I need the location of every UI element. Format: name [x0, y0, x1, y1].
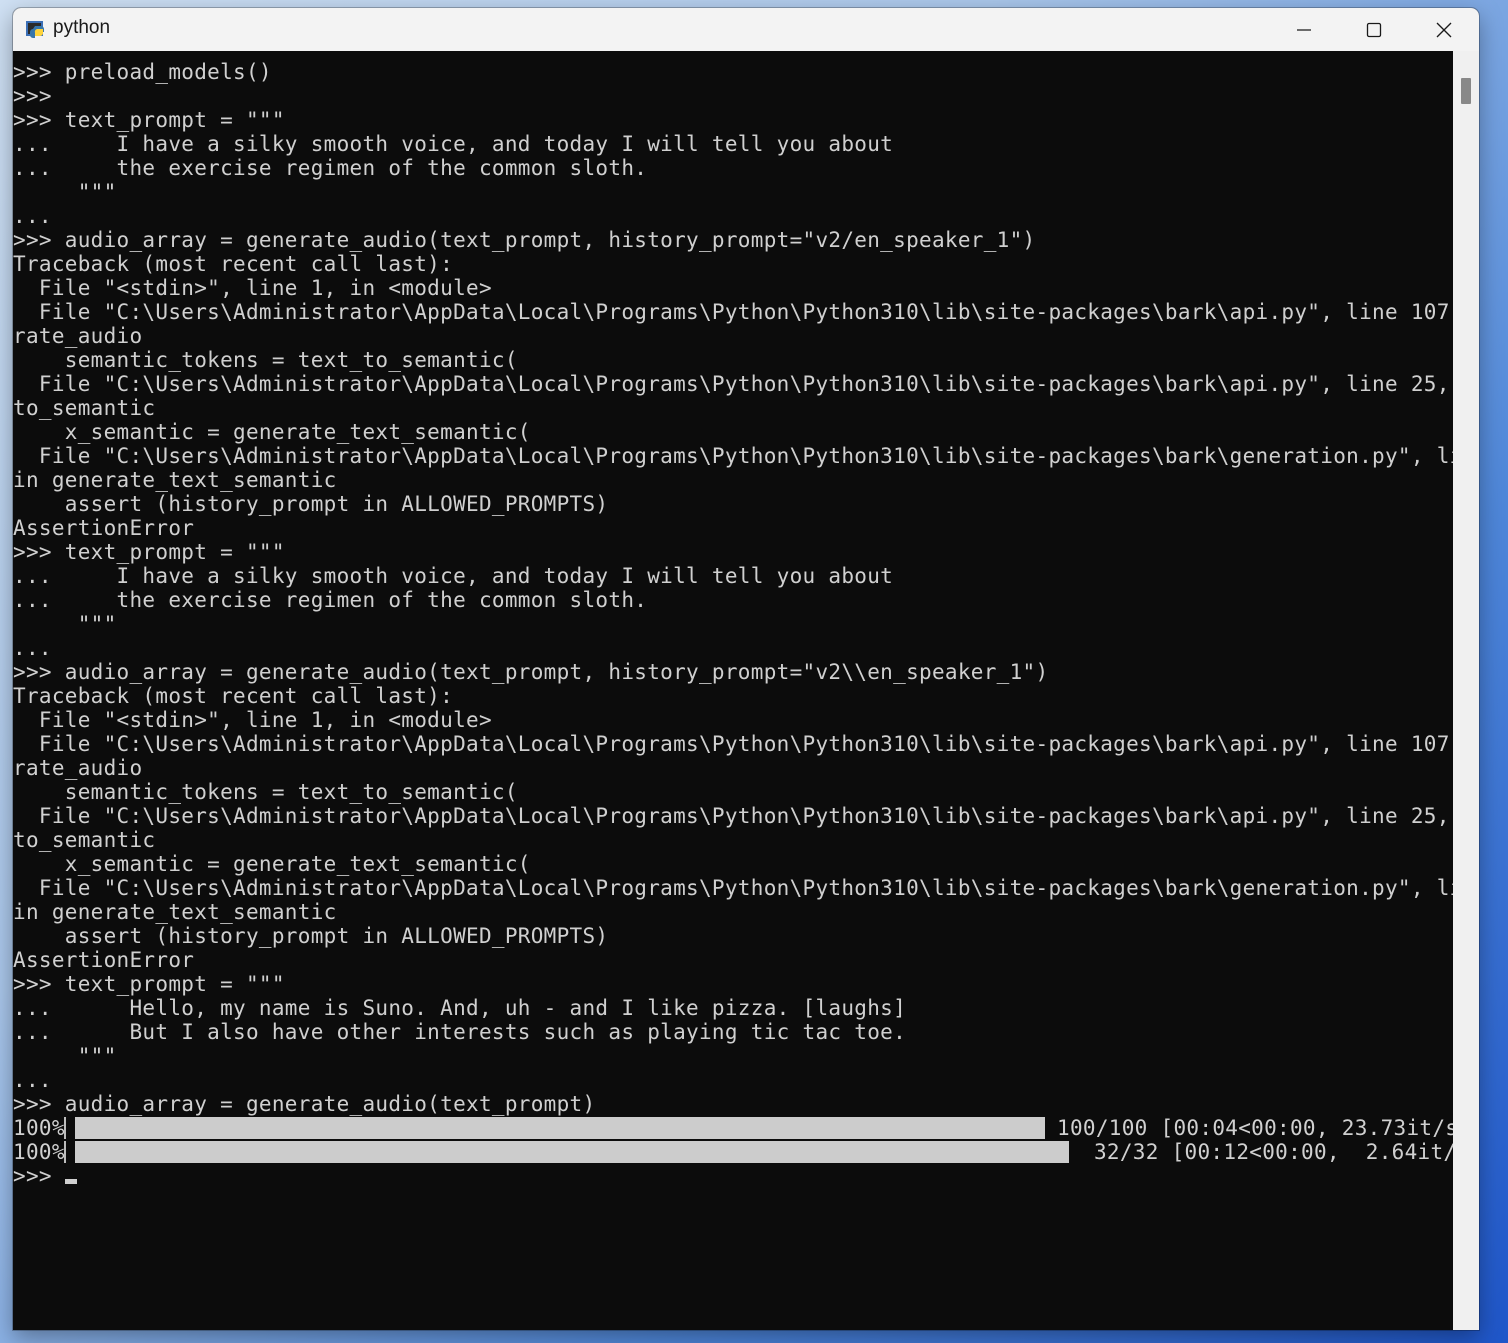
console-line: ... — [13, 636, 52, 660]
progress-row: 100% 32/32 [00:12<00:00, 2.64it/s] — [13, 1140, 1479, 1164]
console-line: ... the exercise regimen of the common s… — [13, 156, 648, 180]
console-line: File "<stdin>", line 1, in <module> — [13, 708, 492, 732]
console-line: ... Hello, my name is Suno. And, uh - an… — [13, 996, 907, 1020]
window-title: python — [53, 17, 111, 38]
title-bar[interactable]: python — [13, 8, 1479, 51]
console-line: AssertionError — [13, 948, 195, 972]
close-icon — [1436, 22, 1452, 38]
console-line: File "C:\Users\Administrator\AppData\Loc… — [13, 876, 1479, 900]
input-prompt-line[interactable]: >>> — [13, 1164, 1479, 1188]
progress-row: 100% 100/100 [00:04<00:00, 23.73it/s] — [13, 1116, 1479, 1140]
console-line: in generate_text_semantic — [13, 900, 337, 924]
close-button[interactable] — [1409, 8, 1479, 51]
console-line: Traceback (most recent call last): — [13, 684, 454, 708]
console-line: >>> — [13, 84, 52, 108]
console-line: to_semantic — [13, 828, 156, 852]
minimize-icon — [1296, 22, 1312, 38]
console-line: semantic_tokens = text_to_semantic( — [13, 348, 518, 372]
scrollbar-thumb[interactable] — [1461, 78, 1471, 104]
console-line: semantic_tokens = text_to_semantic( — [13, 780, 518, 804]
console-line: ... I have a silky smooth voice, and tod… — [13, 564, 894, 588]
progress-percent: 100% — [13, 1116, 65, 1140]
progress-separator — [64, 1141, 66, 1163]
console-line: """ — [13, 180, 117, 204]
progress-percent: 100% — [13, 1140, 65, 1164]
vertical-scrollbar[interactable] — [1453, 51, 1479, 1330]
console-line: >>> text_prompt = """ — [13, 972, 285, 996]
progress-stats: 32/32 [00:12<00:00, 2.64it/s] — [1081, 1140, 1479, 1164]
console-window: python >>> preload_models() >>> >>> text_p… — [13, 8, 1479, 1330]
console-line: >>> preload_models() — [13, 60, 272, 84]
console-lines: >>> preload_models() >>> >>> text_prompt =… — [13, 60, 1479, 1188]
console-line: File "C:\Users\Administrator\AppData\Loc… — [13, 444, 1479, 468]
prompt-marker: >>> — [13, 1164, 65, 1188]
console-line: ... But I also have other interests such… — [13, 1020, 907, 1044]
console-line: File "<stdin>", line 1, in <module> — [13, 276, 492, 300]
console-line: AssertionError — [13, 516, 195, 540]
console-line: File "C:\Users\Administrator\AppData\Loc… — [13, 732, 1479, 756]
python-icon — [25, 18, 47, 40]
console-line: """ — [13, 612, 117, 636]
console-line: File "C:\Users\Administrator\AppData\Loc… — [13, 300, 1479, 324]
console-line: x_semantic = generate_text_semantic( — [13, 852, 531, 876]
progress-stats: 100/100 [00:04<00:00, 23.73it/s] — [1057, 1116, 1472, 1140]
console-line: >>> audio_array = generate_audio(text_pr… — [13, 228, 1036, 252]
console-line: >>> text_prompt = """ — [13, 540, 285, 564]
console-line: """ — [13, 1044, 117, 1068]
progress-separator — [64, 1117, 66, 1139]
console-line: >>> audio_array = generate_audio(text_pr… — [13, 1092, 596, 1116]
console-line: rate_audio — [13, 756, 143, 780]
maximize-icon — [1366, 22, 1382, 38]
console-line: File "C:\Users\Administrator\AppData\Loc… — [13, 372, 1479, 396]
console-line: File "C:\Users\Administrator\AppData\Loc… — [13, 804, 1479, 828]
progress-bar — [75, 1117, 1045, 1139]
console-line: Traceback (most recent call last): — [13, 252, 454, 276]
minimize-button[interactable] — [1269, 8, 1339, 51]
console-line: x_semantic = generate_text_semantic( — [13, 420, 531, 444]
console-line: >>> audio_array = generate_audio(text_pr… — [13, 660, 1049, 684]
console-output[interactable]: >>> preload_models() >>> >>> text_prompt =… — [13, 51, 1479, 1330]
console-line: rate_audio — [13, 324, 143, 348]
console-line: ... the exercise regimen of the common s… — [13, 588, 648, 612]
console-line: assert (history_prompt in ALLOWED_PROMPT… — [13, 492, 609, 516]
maximize-button[interactable] — [1339, 8, 1409, 51]
console-line: to_semantic — [13, 396, 156, 420]
console-line: ... I have a silky smooth voice, and tod… — [13, 132, 894, 156]
console-line: in generate_text_semantic — [13, 468, 337, 492]
console-line: ... — [13, 1068, 52, 1092]
text-cursor — [64, 1179, 77, 1184]
console-line: ... — [13, 204, 52, 228]
console-line: >>> text_prompt = """ — [13, 108, 285, 132]
progress-bar — [75, 1141, 1069, 1163]
console-line: assert (history_prompt in ALLOWED_PROMPT… — [13, 924, 609, 948]
